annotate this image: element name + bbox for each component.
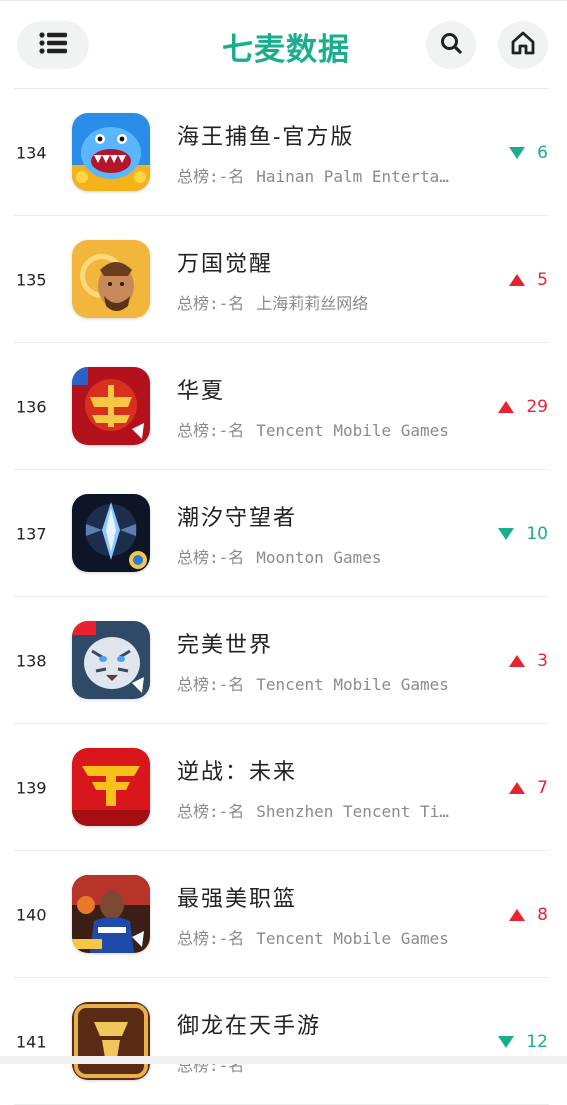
overall-rank-label: 总榜:-名: [177, 294, 245, 313]
rank-number: 134: [16, 143, 47, 162]
down-arrow-icon: [509, 146, 526, 159]
change-value: 3: [537, 650, 548, 671]
developer-name: Moonton Games: [256, 548, 382, 567]
list-item[interactable]: 135 万国觉醒 总榜:-名 上海莉莉丝网络 5: [0, 216, 567, 343]
rank-number: 136: [16, 397, 47, 416]
app-name: 华夏: [177, 379, 226, 404]
up-arrow-icon: [509, 654, 526, 667]
change-value: 7: [537, 777, 548, 798]
list-item[interactable]: 137 潮汐守望者 总榜:-名 Moonton Games 10: [0, 470, 567, 597]
app-name: 海王捕鱼-官方版: [177, 125, 355, 150]
developer-name: Tencent Mobile Games: [256, 675, 449, 694]
developer-name: Hainan Palm Enterta…: [256, 167, 449, 186]
nizhan-logo-icon[interactable]: [72, 748, 150, 826]
app-subtitle: 总榜:-名 Moonton Games: [177, 544, 459, 568]
search-button[interactable]: [426, 21, 476, 69]
list-item[interactable]: 139 逆战：未来 总榜:-名 Shenzhen Tencent Ti… 7: [0, 724, 567, 851]
list-icon: [38, 31, 68, 59]
app-name: 最强美职篮: [177, 887, 298, 912]
huaxia-icon[interactable]: [72, 367, 150, 445]
change-value: 29: [526, 396, 548, 417]
white-tiger-icon[interactable]: [72, 621, 150, 699]
app-name: 万国觉醒: [177, 252, 274, 277]
up-arrow-icon: [509, 781, 526, 794]
change-value: 5: [537, 269, 548, 290]
developer-name: Tencent Mobile Games: [256, 421, 449, 440]
app-subtitle: 总榜:-名 Tencent Mobile Games: [177, 925, 459, 949]
app-name: 完美世界: [177, 633, 274, 658]
app-name: 逆战：未来: [177, 760, 298, 785]
rank-change: 29: [498, 397, 548, 417]
rank-change: 10: [498, 524, 548, 544]
rank-number: 137: [16, 524, 47, 543]
app-subtitle: 总榜:-名 Hainan Palm Enterta…: [177, 163, 459, 187]
up-arrow-icon: [509, 908, 526, 921]
list-item[interactable]: 141 御龙在天手游 总榜:-名 12: [0, 978, 567, 1105]
up-arrow-icon: [509, 273, 526, 286]
list-item[interactable]: 136 华夏 总榜:-名 Tencent Mobile Games 29: [0, 343, 567, 470]
rank-change: 7: [509, 778, 548, 798]
crystal-icon[interactable]: [72, 494, 150, 572]
app-subtitle: 总榜:-名 Tencent Mobile Games: [177, 417, 459, 441]
app-logo[interactable]: 七麦数据: [196, 23, 376, 69]
change-value: 6: [537, 142, 548, 163]
app-subtitle: 总榜:-名 Shenzhen Tencent Ti…: [177, 798, 459, 822]
shark-fish-icon[interactable]: [72, 113, 150, 191]
list-item[interactable]: 140 最强美职篮 总榜:-名 Tencent Mobile Games 8: [0, 851, 567, 978]
developer-name: Tencent Mobile Games: [256, 929, 449, 948]
overall-rank-label: 总榜:-名: [177, 548, 245, 567]
rank-change: 5: [509, 270, 548, 290]
change-value: 10: [526, 523, 548, 544]
app-subtitle: 总榜:-名 Tencent Mobile Games: [177, 671, 459, 695]
overall-rank-label: 总榜:-名: [177, 802, 245, 821]
app-name: 潮汐守望者: [177, 506, 298, 531]
rank-change: 3: [509, 651, 548, 671]
down-arrow-icon: [498, 527, 515, 540]
app-name: 御龙在天手游: [177, 1014, 322, 1039]
list-item[interactable]: 134 海王捕鱼-官方版 总榜:-名 Hainan Palm Enterta… 6: [0, 89, 567, 216]
rank-change: 6: [509, 143, 548, 163]
overall-rank-label: 总榜:-名: [177, 675, 245, 694]
ranking-list: 134 海王捕鱼-官方版 总榜:-名 Hainan Palm Enterta… 6…: [0, 89, 567, 1105]
rank-number: 135: [16, 270, 47, 289]
top-header: 七麦数据: [0, 0, 567, 89]
rank-number: 140: [16, 905, 47, 924]
warrior-icon[interactable]: [72, 240, 150, 318]
rank-change: 8: [509, 905, 548, 925]
rank-number: 138: [16, 651, 47, 670]
home-icon: [510, 30, 536, 60]
app-subtitle: 总榜:-名 上海莉莉丝网络: [177, 290, 459, 314]
bottom-bar: [0, 1056, 567, 1064]
developer-name: Shenzhen Tencent Ti…: [256, 802, 449, 821]
developer-name: 上海莉莉丝网络: [256, 294, 369, 313]
rank-number: 141: [16, 1032, 47, 1051]
rank-change: 12: [498, 1032, 548, 1052]
list-item[interactable]: 138 完美世界 总榜:-名 Tencent Mobile Games 3: [0, 597, 567, 724]
change-value: 12: [526, 1031, 548, 1052]
overall-rank-label: 总榜:-名: [177, 167, 245, 186]
change-value: 8: [537, 904, 548, 925]
up-arrow-icon: [498, 400, 515, 413]
search-icon: [439, 31, 463, 59]
menu-button[interactable]: [17, 21, 89, 69]
home-button[interactable]: [498, 21, 548, 69]
overall-rank-label: 总榜:-名: [177, 421, 245, 440]
rank-number: 139: [16, 778, 47, 797]
down-arrow-icon: [498, 1035, 515, 1048]
overall-rank-label: 总榜:-名: [177, 929, 245, 948]
dragon-icon[interactable]: [72, 1002, 150, 1080]
basketball-player-icon[interactable]: [72, 875, 150, 953]
